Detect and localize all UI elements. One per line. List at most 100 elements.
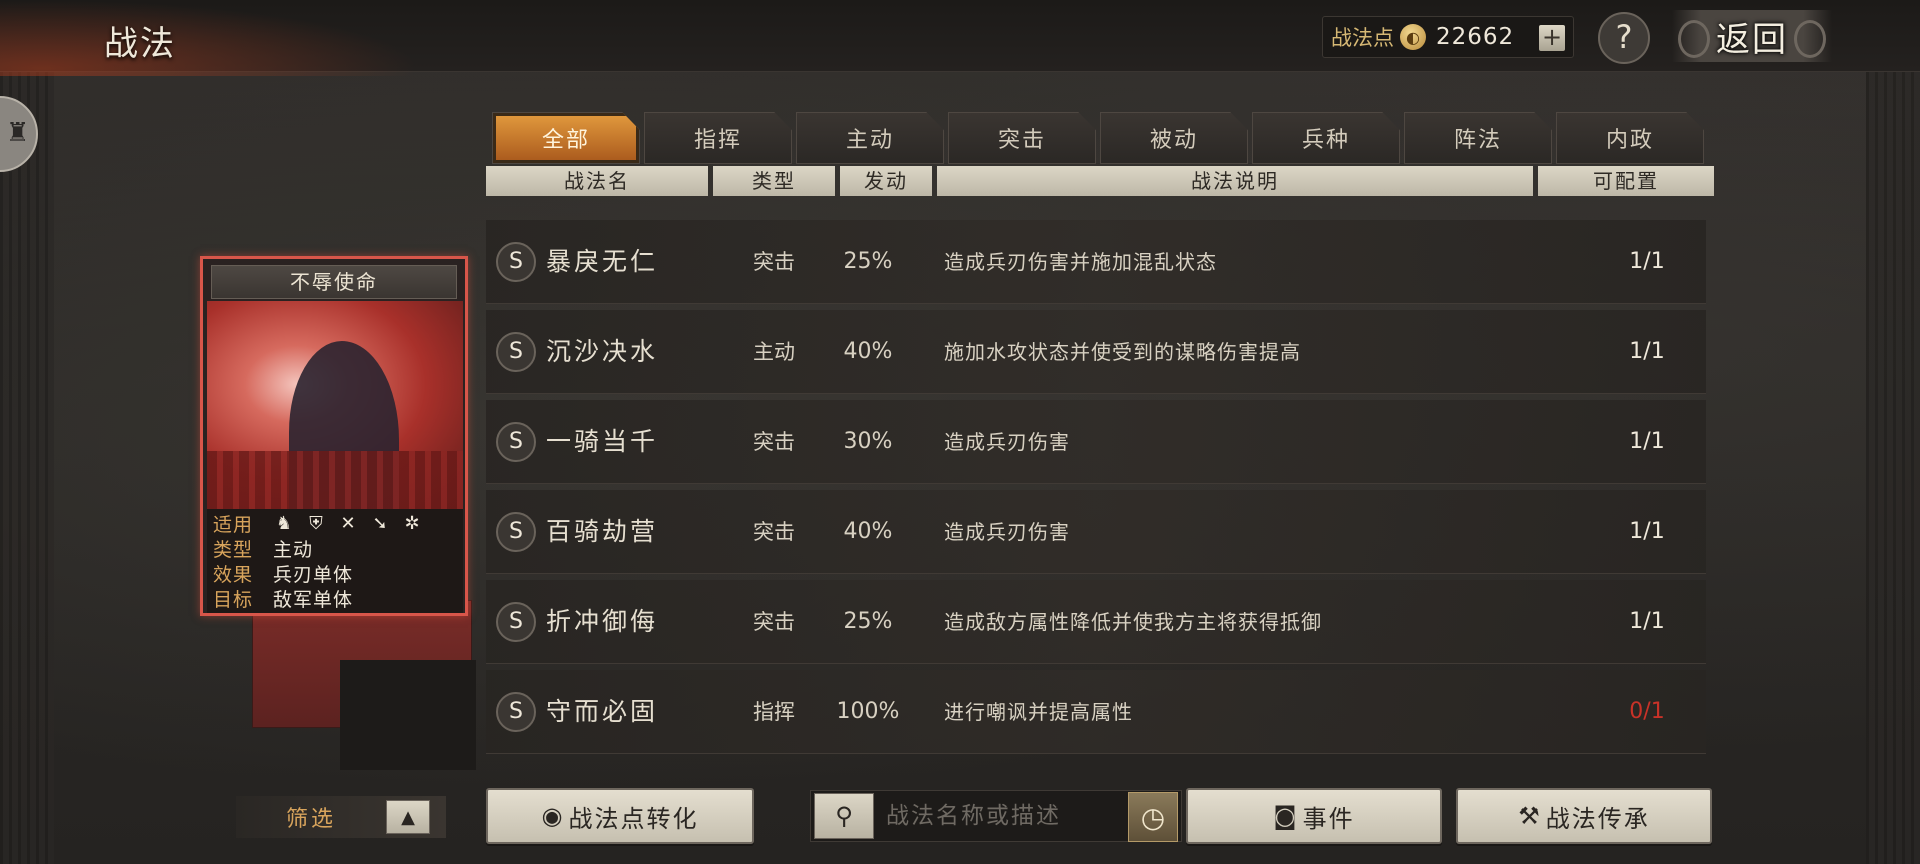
table-header: 战法名 类型 发动 战法说明 可配置 — [486, 166, 1714, 196]
filter-bar: 筛选 ▲ — [236, 796, 446, 838]
convert-points-button[interactable]: ◉ 战法点转化 — [486, 788, 754, 844]
skill-rate: 25% — [843, 609, 893, 634]
tab-troop[interactable]: 兵种 — [1252, 112, 1400, 164]
search-icon: ⚲ — [835, 802, 853, 830]
search-button[interactable]: ⚲ — [814, 793, 874, 839]
tab-active[interactable]: 主动 — [796, 112, 944, 164]
card-info-key: 效果 — [213, 564, 254, 586]
column-header-available[interactable]: 可配置 — [1538, 166, 1714, 196]
back-button[interactable]: 返回 — [1672, 10, 1832, 62]
skill-rate: 25% — [843, 249, 893, 274]
title-glow — [0, 0, 420, 76]
table-row[interactable]: S 沉沙决水 主动 40% 施加水攻状态并使受到的谋略伤害提高 1/1 — [486, 310, 1706, 394]
tab-command[interactable]: 指挥 — [644, 112, 792, 164]
swirl-icon: ◉ — [541, 802, 565, 830]
tab-passive[interactable]: 被动 — [1100, 112, 1248, 164]
card-info-value: 兵刃单体 — [273, 564, 354, 586]
hammer-icon: ⚒ — [1518, 802, 1542, 830]
column-header-rate[interactable]: 发动 — [840, 166, 932, 196]
skill-available-count: 1/1 — [1629, 339, 1665, 364]
skill-description: 进行嘲讽并提高属性 — [944, 700, 1133, 724]
table-row[interactable]: S 一骑当千 突击 30% 造成兵刃伤害 1/1 — [486, 400, 1706, 484]
skill-description: 造成兵刃伤害 — [944, 520, 1070, 544]
skill-type: 突击 — [753, 520, 795, 544]
wheel-icon: ✲ — [404, 513, 420, 534]
table-row[interactable]: S 折冲御侮 突击 25% 造成敌方属性降低并使我方主将获得抵御 1/1 — [486, 580, 1706, 664]
bow-icon: ✕ — [340, 513, 356, 534]
clock-icon: ◷ — [1140, 800, 1166, 834]
convert-points-label: 战法点转化 — [568, 804, 699, 833]
card-info-row: 适用 ♞ ⛨ ✕ ➘ ✲ — [213, 511, 457, 536]
grade-icon: S — [496, 332, 536, 372]
skill-available-count: 1/1 — [1629, 609, 1665, 634]
skill-available-count: 1/1 — [1629, 249, 1665, 274]
table-row[interactable]: S 暴戾无仁 突击 25% 造成兵刃伤害并施加混乱状态 1/1 — [486, 220, 1706, 304]
tab-formation[interactable]: 阵法 — [1404, 112, 1552, 164]
skill-name: 沉沙决水 — [546, 337, 659, 366]
grade-icon: S — [496, 422, 536, 462]
card-info-key: 类型 — [213, 539, 254, 561]
skill-rate: 40% — [843, 339, 893, 364]
tab-all[interactable]: 全部 — [492, 112, 640, 164]
coin-icon: ◐ — [1400, 24, 1426, 50]
shield-icon: ⛨ — [309, 513, 323, 534]
unit-type-icons: ♞ ⛨ ✕ ➘ ✲ — [273, 513, 423, 535]
card-info-key: 适用 — [213, 514, 254, 536]
skill-list[interactable]: S 暴戾无仁 突击 25% 造成兵刃伤害并施加混乱状态 1/1 S 沉沙决水 主… — [486, 204, 1710, 770]
skill-name: 折冲御侮 — [546, 607, 659, 636]
skill-type: 主动 — [753, 340, 795, 364]
skill-name: 百骑劫营 — [546, 517, 659, 546]
back-button-label: 返回 — [1716, 19, 1788, 60]
card-info: 适用 ♞ ⛨ ✕ ➘ ✲ 类型 主动 效果 兵刃单体 目标 敌军单体 — [207, 509, 463, 613]
skill-available-count: 1/1 — [1629, 429, 1665, 454]
skill-points-value: 22662 — [1436, 24, 1515, 50]
events-button[interactable]: ◙ 事件 — [1186, 788, 1442, 844]
skill-rate: 40% — [843, 519, 893, 544]
table-row[interactable]: S 百骑劫营 突击 40% 造成兵刃伤害 1/1 — [486, 490, 1706, 574]
filter-label: 筛选 — [285, 807, 336, 832]
column-header-name[interactable]: 战法名 — [486, 166, 708, 196]
inherit-skill-button[interactable]: ⚒ 战法传承 — [1456, 788, 1712, 844]
skill-description: 造成敌方属性降低并使我方主将获得抵御 — [944, 610, 1322, 634]
skill-type: 突击 — [753, 430, 795, 454]
tab-domestic[interactable]: 内政 — [1556, 112, 1704, 164]
filter-toggle-button[interactable]: ▲ — [386, 800, 430, 834]
skill-name: 守而必固 — [546, 697, 659, 726]
skill-type: 突击 — [753, 250, 795, 274]
skill-available-count: 1/1 — [1629, 519, 1665, 544]
tab-assault[interactable]: 突击 — [948, 112, 1096, 164]
card-info-key: 目标 — [213, 589, 254, 611]
history-button[interactable]: ◷ — [1128, 792, 1178, 842]
skill-description: 施加水攻状态并使受到的谋略伤害提高 — [944, 340, 1301, 364]
card-info-row: 类型 主动 — [213, 536, 457, 561]
column-header-type[interactable]: 类型 — [713, 166, 835, 196]
card-info-value: 敌军单体 — [273, 589, 354, 611]
skill-type: 突击 — [753, 610, 795, 634]
grade-icon: S — [496, 512, 536, 552]
cavalry-icon: ♞ — [275, 513, 293, 534]
skill-type: 指挥 — [753, 700, 795, 724]
grade-icon: S — [496, 242, 536, 282]
category-tabs: 全部 指挥 主动 突击 被动 兵种 阵法 内政 — [492, 112, 1704, 164]
skill-name: 一骑当千 — [546, 427, 659, 456]
card-info-row: 目标 敌军单体 — [213, 586, 457, 611]
skill-rate: 100% — [836, 699, 900, 724]
skill-description: 造成兵刃伤害并施加混乱状态 — [944, 250, 1217, 274]
right-border-pattern — [1866, 72, 1920, 864]
card-artwork — [207, 301, 463, 509]
page-title: 战法 — [104, 24, 176, 64]
skill-available-count: 0/1 — [1629, 699, 1665, 724]
card-title: 不辱使命 — [211, 265, 457, 299]
left-border-pattern — [0, 72, 54, 864]
table-row[interactable]: S 守而必固 指挥 100% 进行嘲讽并提高属性 0/1 — [486, 670, 1706, 754]
skill-card[interactable]: 不辱使命 适用 ♞ ⛨ ✕ ➘ ✲ 类型 主动 效果 兵刃单体 目标 敌军单体 — [200, 256, 468, 616]
help-button[interactable]: ? — [1598, 12, 1650, 64]
card-stack-shadow — [340, 660, 476, 770]
inherit-skill-label: 战法传承 — [1545, 804, 1650, 833]
skill-description: 造成兵刃伤害 — [944, 430, 1070, 454]
triangle-up-icon: ▲ — [401, 806, 415, 828]
card-info-value: 主动 — [273, 539, 314, 561]
skill-rate: 30% — [843, 429, 893, 454]
events-label: 事件 — [1302, 804, 1355, 833]
add-points-button[interactable]: + — [1539, 25, 1565, 51]
